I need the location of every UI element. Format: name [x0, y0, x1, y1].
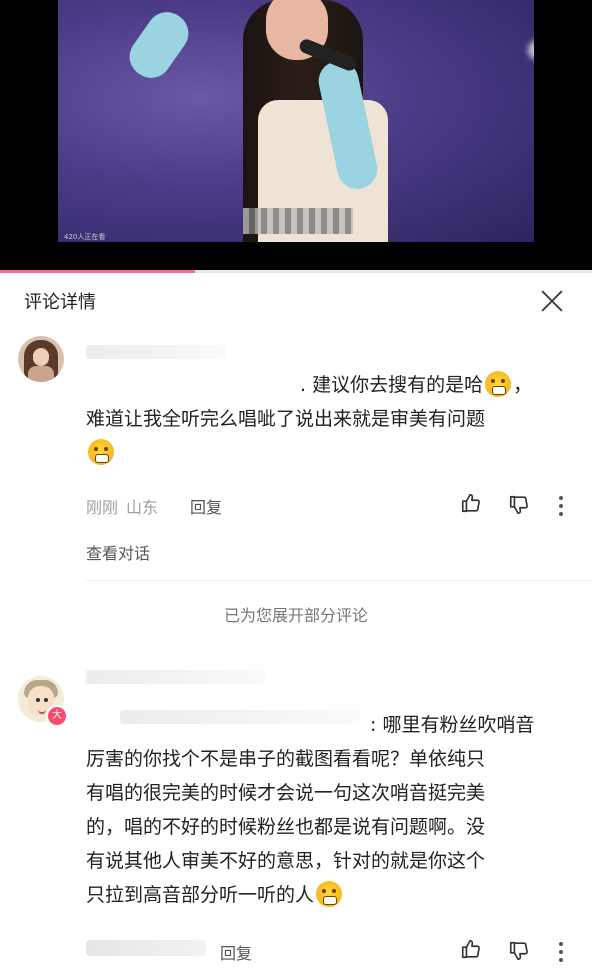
comment-time: 刚刚 — [86, 498, 119, 517]
comment-line: 的，唱的不好的时候粉丝也都是说有问题啊。没 — [86, 816, 486, 838]
scared-face-emoji-icon — [88, 439, 114, 465]
more-vertical-icon[interactable] — [558, 494, 564, 516]
username-blurred[interactable] — [86, 670, 266, 684]
reply-button[interactable]: 回复 — [190, 494, 222, 518]
comment-location: 山东 — [126, 498, 159, 517]
grin-emoji-icon — [316, 881, 343, 907]
comment-body: : 哪里有粉丝吹哨音 厉害的你找个不是串子的截图看看呢？单依纯只 有唱的很完美的… — [86, 708, 534, 912]
blurred-subtitle — [243, 208, 353, 234]
video-progress-bar[interactable] — [0, 270, 592, 273]
divider — [86, 580, 592, 581]
username-blurred[interactable] — [86, 345, 226, 359]
comment-line: 厉害的你找个不是串子的截图看看呢？单依纯只 — [86, 748, 486, 770]
video-progress-fill — [0, 270, 196, 273]
thumbs-up-icon[interactable] — [460, 938, 482, 960]
comment-meta-blurred — [86, 940, 206, 956]
stage-light — [528, 40, 534, 60]
video-player[interactable]: 420人正在看 — [0, 0, 592, 272]
comment-line: 只拉到高音部分听一听的人 — [86, 884, 315, 906]
comment-line: 难道让我全听完么唱呲了说出来就是审美有问题 — [86, 408, 486, 430]
page-title: 评论详情 — [24, 292, 96, 313]
comment-line: . 建议你去搜有的是哈 — [300, 374, 484, 396]
scared-face-emoji-icon — [485, 371, 512, 397]
expanded-comments-notice: 已为您展开部分评论 — [223, 606, 368, 625]
singer-arm — [121, 4, 197, 86]
video-frame[interactable]: 420人正在看 — [58, 0, 534, 242]
comment-line: : 哪里有粉丝吹哨音 — [370, 714, 535, 736]
thumbs-down-icon[interactable] — [508, 494, 530, 516]
comment-body: . 建议你去搜有的是哈， 难道让我全听完么唱呲了说出来就是审美有问题 — [86, 368, 532, 470]
viewer-count: 420人正在看 — [64, 233, 106, 241]
more-vertical-icon[interactable] — [558, 940, 564, 962]
close-icon[interactable] — [538, 287, 566, 315]
user-level-badge: 大 — [46, 705, 68, 727]
comment-line: 有说其他人审美不好的意思，针对的就是你这个 — [86, 850, 486, 872]
reply-button[interactable]: 回复 — [220, 940, 252, 964]
thumbs-up-icon[interactable] — [460, 492, 482, 514]
avatar[interactable] — [18, 336, 64, 382]
view-conversation-link[interactable]: 查看对话 — [86, 540, 150, 564]
comment-line: 有唱的很完美的时候才会说一句这次哨音挺完美 — [86, 782, 486, 804]
thumbs-down-icon[interactable] — [508, 940, 530, 962]
